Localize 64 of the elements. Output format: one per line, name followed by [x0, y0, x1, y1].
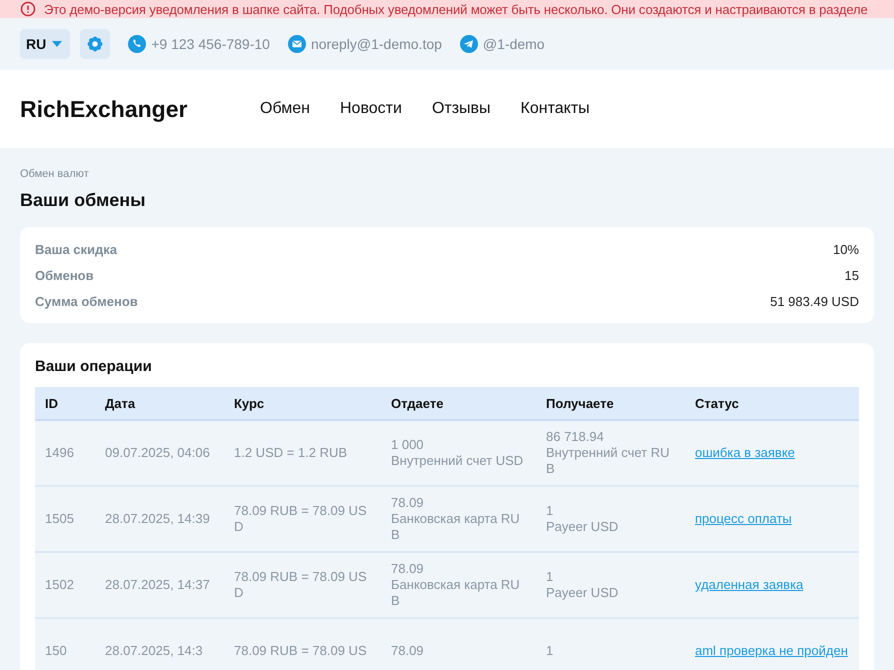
caret-icon: [52, 41, 62, 47]
amount-text: 78.09: [391, 643, 425, 659]
column-header: Курс: [224, 387, 381, 420]
stat-value: 10%: [832, 242, 859, 256]
table-cell: 78.09 RUB = 78.09 US: [224, 618, 381, 670]
alert-icon: [20, 1, 36, 17]
stat-label: Ваша скидка: [35, 242, 118, 256]
amount-text: 78.09: [391, 495, 425, 511]
table-cell: 28.07.2025, 14:39: [95, 486, 224, 552]
status-link[interactable]: aml проверка не пройден: [695, 643, 848, 658]
envelope-icon: [288, 35, 306, 53]
contact-text: @1-demo: [482, 36, 545, 52]
amount-text: 1: [546, 643, 554, 659]
table-cell: 150: [35, 618, 95, 670]
nav-link[interactable]: Отзывы: [432, 100, 491, 118]
contact-link[interactable]: noreply@1-demo.top: [288, 35, 442, 53]
contact-link[interactable]: @1-demo: [460, 35, 545, 53]
stat-label: Обменов: [35, 268, 94, 282]
table-cell: 28.07.2025, 14:37: [95, 552, 224, 618]
column-header: Дата: [95, 387, 224, 420]
language-select[interactable]: RU: [20, 29, 70, 59]
nav-link[interactable]: Контакты: [520, 100, 590, 118]
column-header: ID: [35, 387, 95, 420]
status-link[interactable]: ошибка в заявке: [695, 445, 795, 460]
logo[interactable]: RichExchanger: [20, 96, 260, 122]
notice-text: Это демо-версия уведомления в шапке сайта. Подобных уведомлений может быть несколько. Они создаются и настраиваются в разделе: [44, 2, 868, 16]
contact-text: +9 123 456-789-10: [151, 36, 270, 52]
amount-text: 78.09: [391, 561, 425, 577]
amount-text: 1: [546, 569, 554, 585]
card-title: Ваши операции: [35, 358, 153, 375]
page-title: Ваши обмены: [20, 190, 147, 211]
status-link[interactable]: удаленная заявка: [695, 577, 804, 592]
contact-link[interactable]: +9 123 456-789-10: [128, 35, 270, 53]
nav-link[interactable]: Новости: [340, 100, 402, 118]
column-header: Получаете: [536, 387, 685, 420]
method-text: Payeer USD: [546, 519, 620, 535]
table-cell: 28.07.2025, 14:3: [95, 618, 224, 670]
table-cell: 1505: [35, 486, 95, 552]
flower-icon: [86, 35, 104, 53]
table-cell: 09.07.2025, 04:06: [95, 420, 224, 486]
amount-text: 86 718.94: [546, 429, 605, 445]
table-cell: 78.09 RUB = 78.09 USD: [224, 552, 381, 618]
paper-plane-icon: [460, 35, 478, 53]
stat-label: Сумма обменов: [35, 294, 138, 308]
amount-text: 1: [546, 503, 554, 519]
table-cell: 1496: [35, 420, 95, 486]
stat-value: 51 983.49 USD: [770, 294, 859, 308]
method-text: Внутренний счет RUB: [546, 445, 671, 477]
column-header: Отдаете: [381, 387, 536, 420]
contact-text: noreply@1-demo.top: [310, 36, 442, 52]
stat-value: 15: [844, 268, 859, 282]
breadcrumb[interactable]: Обмен валют: [20, 168, 874, 180]
table-cell: 78.09 RUB = 78.09 USD: [224, 486, 381, 552]
table-cell: 1502: [35, 552, 95, 618]
method-text: Банковская карта RUB: [391, 577, 521, 609]
nav-link[interactable]: Обмен: [260, 100, 310, 118]
phone-icon: [128, 35, 146, 53]
amount-text: 1 000: [391, 437, 425, 453]
method-text: Внутренний счет USD: [391, 453, 524, 469]
method-text: Payeer USD: [546, 585, 620, 601]
method-text: Банковская карта RUB: [391, 511, 521, 543]
table-cell: 1.2 USD = 1.2 RUB: [224, 420, 381, 486]
column-header: Статус: [685, 387, 859, 420]
status-link[interactable]: процесс оплаты: [695, 511, 792, 526]
